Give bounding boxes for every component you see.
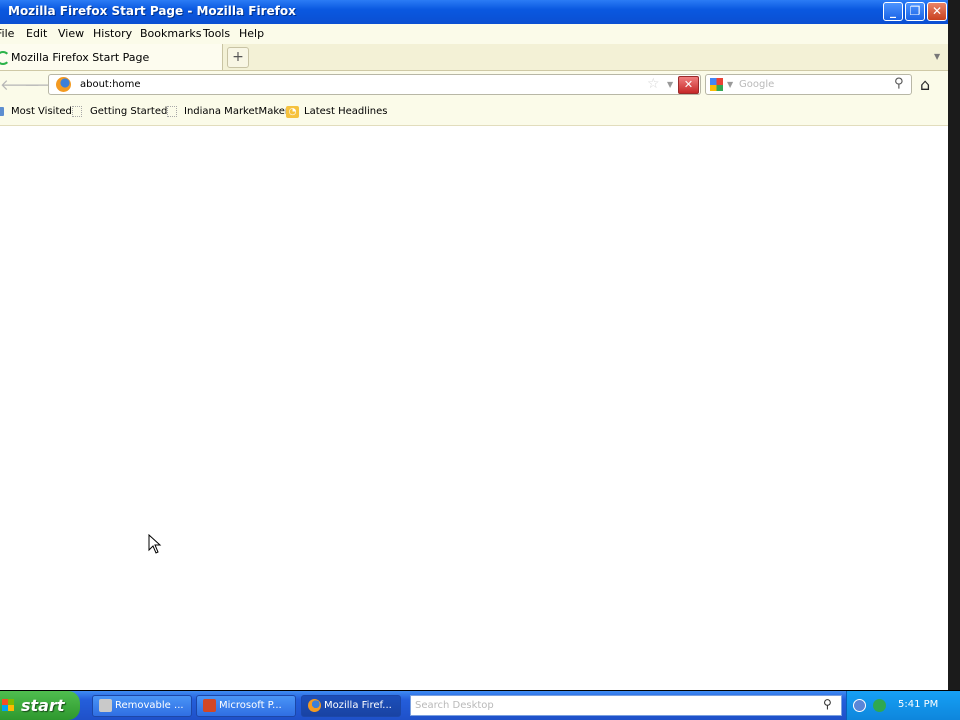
firefox-site-icon xyxy=(56,77,71,92)
task-label: Removable ... xyxy=(115,700,184,711)
home-icon[interactable]: ⌂ xyxy=(920,75,930,94)
taskbar: start Removable ... Microsoft P... Mozil… xyxy=(0,691,960,720)
bookmark-star-icon[interactable]: ☆ xyxy=(647,76,660,92)
stop-icon: ✕ xyxy=(683,78,694,91)
menu-tools[interactable]: Tools xyxy=(203,27,230,40)
window-border xyxy=(948,0,960,690)
tab-strip: Mozilla Firefox Start Page + ▼ xyxy=(0,44,948,71)
removable-drive-icon xyxy=(99,699,112,712)
task-firefox[interactable]: Mozilla Firef... xyxy=(301,695,401,717)
rss-feed-icon: ◔ xyxy=(286,106,299,118)
menu-bookmarks[interactable]: Bookmarks xyxy=(140,27,201,40)
url-bar[interactable]: about:home ☆ ▼ xyxy=(48,74,701,95)
powerpoint-icon xyxy=(203,699,216,712)
new-tab-button[interactable]: + xyxy=(227,47,249,68)
clock[interactable]: 5:41 PM xyxy=(898,699,938,710)
tab-list-arrow-icon[interactable]: ▼ xyxy=(934,52,940,61)
url-text: about:home xyxy=(80,79,141,90)
bookmark-page-icon xyxy=(72,106,82,117)
restore-icon: ❐ xyxy=(909,4,921,18)
restore-button[interactable]: ❐ xyxy=(905,2,925,21)
url-dropdown-icon[interactable]: ▼ xyxy=(667,80,673,89)
search-icon[interactable]: ⚲ xyxy=(894,76,904,91)
bookmark-getting-started[interactable]: Getting Started xyxy=(90,106,167,117)
firefox-icon xyxy=(308,699,321,712)
search-icon[interactable]: ⚲ xyxy=(823,697,832,711)
network-icon[interactable] xyxy=(873,699,886,712)
start-button[interactable]: start xyxy=(0,691,80,720)
menu-view[interactable]: View xyxy=(58,27,84,40)
bookmark-most-visited[interactable]: Most Visited xyxy=(11,106,72,117)
desktop-search-placeholder: Search Desktop xyxy=(415,700,494,711)
menu-help[interactable]: Help xyxy=(239,27,264,40)
task-label: Mozilla Firef... xyxy=(324,700,392,711)
title-bar[interactable]: Mozilla Firefox Start Page - Mozilla Fir… xyxy=(0,0,948,24)
minimize-button[interactable]: _ xyxy=(883,2,903,21)
most-visited-icon xyxy=(0,107,4,116)
firefox-window: Mozilla Firefox Start Page - Mozilla Fir… xyxy=(0,0,948,690)
bookmark-latest-headlines[interactable]: Latest Headlines xyxy=(304,106,388,117)
desktop-search-input[interactable]: Search Desktop ⚲ xyxy=(410,695,842,716)
search-placeholder: Google xyxy=(739,79,775,90)
task-removable[interactable]: Removable ... xyxy=(92,695,192,717)
minimize-icon: _ xyxy=(890,4,896,18)
tab-start-page[interactable]: Mozilla Firefox Start Page xyxy=(0,44,223,70)
tray-expand-icon[interactable] xyxy=(853,699,866,712)
bookmarks-toolbar: Most Visited Getting Started Indiana Mar… xyxy=(0,99,948,126)
start-label: start xyxy=(21,696,65,715)
loading-spinner-icon xyxy=(0,51,10,65)
menu-bar: File Edit View History Bookmarks Tools H… xyxy=(0,24,948,44)
menu-edit[interactable]: Edit xyxy=(26,27,47,40)
tab-label: Mozilla Firefox Start Page xyxy=(11,51,150,64)
bookmark-page-icon xyxy=(167,106,177,117)
menu-file[interactable]: File xyxy=(0,27,14,40)
search-engine-dropdown-icon[interactable]: ▼ xyxy=(727,80,733,89)
google-icon[interactable] xyxy=(710,78,723,91)
mouse-pointer-icon xyxy=(148,534,162,554)
windows-logo-icon xyxy=(2,699,14,711)
close-icon: ✕ xyxy=(931,4,943,18)
bookmark-indiana-marketmaker[interactable]: Indiana MarketMaker xyxy=(184,106,289,117)
window-title: Mozilla Firefox Start Page - Mozilla Fir… xyxy=(8,4,296,18)
stop-button[interactable]: ✕ xyxy=(678,76,699,94)
menu-history[interactable]: History xyxy=(93,27,132,40)
task-microsoft[interactable]: Microsoft P... xyxy=(196,695,296,717)
close-button[interactable]: ✕ xyxy=(927,2,947,21)
search-bar[interactable]: ▼ Google ⚲ xyxy=(705,74,912,95)
page-content[interactable] xyxy=(0,126,948,690)
system-tray: 5:41 PM xyxy=(846,691,960,720)
task-label: Microsoft P... xyxy=(219,700,282,711)
